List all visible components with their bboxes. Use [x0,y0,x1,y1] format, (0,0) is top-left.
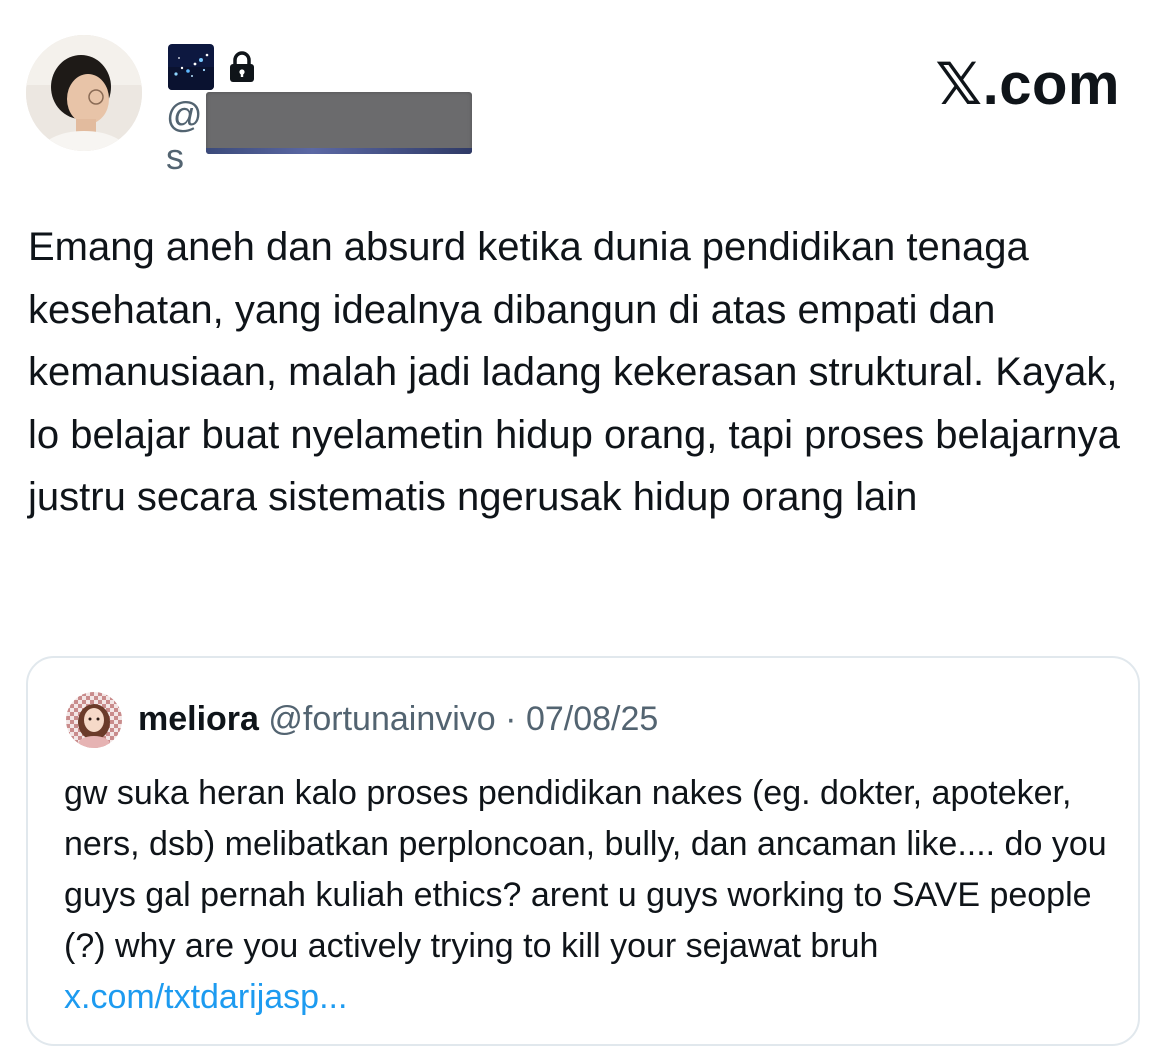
quote-author-handle[interactable]: @fortunainvivo [268,700,495,738]
quote-body: gw suka heran kalo proses pendidikan nak… [64,768,1124,1023]
tweet-text: Emang aneh dan absurd ketika dunia pendi… [28,225,1120,519]
quote-link[interactable]: x.com/txtdarijasp... [64,978,347,1016]
handle-suffix: s [166,136,185,177]
handle-prefix: @ [166,94,204,135]
brand-logo: 𝕏.com [935,52,1120,117]
quote-text: gw suka heran kalo proses pendidikan nak… [64,774,1107,965]
redaction-block [206,92,472,154]
lock-icon [228,50,256,84]
quote-avatar-icon [66,692,122,748]
author-avatar[interactable] [26,35,142,151]
author-badges [168,44,256,90]
quote-date[interactable]: 07/08/25 [526,700,658,738]
profile-photo-icon [26,35,142,151]
author-handle[interactable]: @s [166,92,486,177]
galaxy-icon [168,44,214,90]
quoted-tweet[interactable]: meliora @fortunainvivo · 07/08/25 gw suk… [26,656,1140,1046]
quote-author-name[interactable]: meliora [138,700,259,738]
quote-avatar[interactable] [66,692,122,748]
quote-separator: · [505,700,517,738]
quote-header: meliora @fortunainvivo · 07/08/25 [138,700,658,739]
